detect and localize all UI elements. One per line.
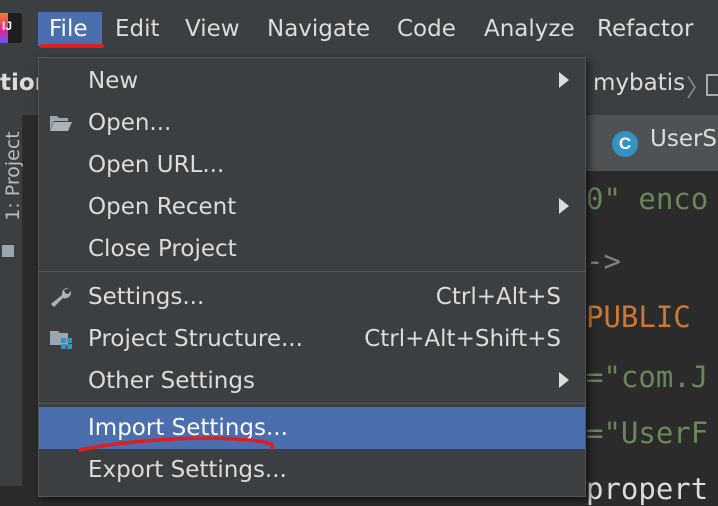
submenu-arrow-icon — [559, 72, 569, 88]
folder-open-icon — [50, 116, 72, 131]
menu-item-label: Export Settings... — [88, 457, 287, 483]
code-line: propert — [586, 472, 709, 506]
menu-item-label: Open... — [88, 110, 172, 136]
menu-separator — [39, 271, 585, 272]
project-structure-icon — [50, 331, 72, 349]
code-line: -> — [586, 244, 621, 278]
menu-separator — [39, 403, 585, 404]
menu-code[interactable]: Code — [397, 12, 456, 46]
menu-item-label: Other Settings — [88, 368, 255, 394]
menu-item-new[interactable]: New — [39, 60, 585, 102]
class-icon: C — [612, 131, 638, 157]
code-line: ="com.J — [586, 360, 709, 394]
menu-item-label: Close Project — [88, 236, 237, 262]
folder-icon — [706, 74, 718, 96]
code-line: ="UserF — [586, 416, 709, 450]
menu-item-settings[interactable]: Settings... Ctrl+Alt+S — [39, 276, 585, 318]
menu-item-shortcut: Ctrl+Alt+Shift+S — [364, 326, 561, 352]
menu-analyze[interactable]: Analyze — [484, 12, 575, 46]
red-underline-annotation — [40, 44, 104, 48]
menu-file[interactable]: File — [38, 12, 102, 46]
menu-refactor[interactable]: Refactor — [597, 12, 693, 46]
menu-item-open[interactable]: Open... — [39, 102, 585, 144]
menu-edit[interactable]: Edit — [115, 12, 160, 46]
code-line: PUBLIC — [586, 300, 691, 334]
menu-item-label: Settings... — [88, 284, 205, 310]
project-tool-button[interactable]: 1: Project — [2, 131, 24, 221]
wrench-icon — [51, 287, 72, 307]
menu-item-other-settings[interactable]: Other Settings — [39, 360, 585, 402]
intellij-logo-icon: IJ — [0, 13, 22, 43]
menu-item-shortcut: Ctrl+Alt+S — [435, 284, 561, 310]
code-line: 0" enco — [586, 182, 709, 216]
red-underline-annotation — [78, 436, 275, 452]
menu-item-label: New — [88, 68, 139, 94]
menu-item-label: Open URL... — [88, 152, 225, 178]
menu-navigate[interactable]: Navigate — [267, 12, 370, 46]
menu-item-label: Project Structure... — [88, 326, 303, 352]
menu-item-project-structure[interactable]: Project Structure... Ctrl+Alt+Shift+S — [39, 318, 585, 360]
breadcrumb[interactable]: mybatis — [593, 70, 685, 96]
menu-item-close-project[interactable]: Close Project — [39, 228, 585, 270]
menu-item-label: Open Recent — [88, 194, 237, 220]
submenu-arrow-icon — [559, 372, 569, 388]
menu-view[interactable]: View — [185, 12, 240, 46]
menu-item-open-url[interactable]: Open URL... — [39, 144, 585, 186]
project-folder-icon — [2, 245, 14, 257]
main-menu-bar: IJ File Edit View Navigate Code Analyze … — [0, 0, 718, 57]
submenu-arrow-icon — [559, 198, 569, 214]
editor-tab-label[interactable]: UserSe — [650, 126, 718, 152]
menu-item-open-recent[interactable]: Open Recent — [39, 186, 585, 228]
